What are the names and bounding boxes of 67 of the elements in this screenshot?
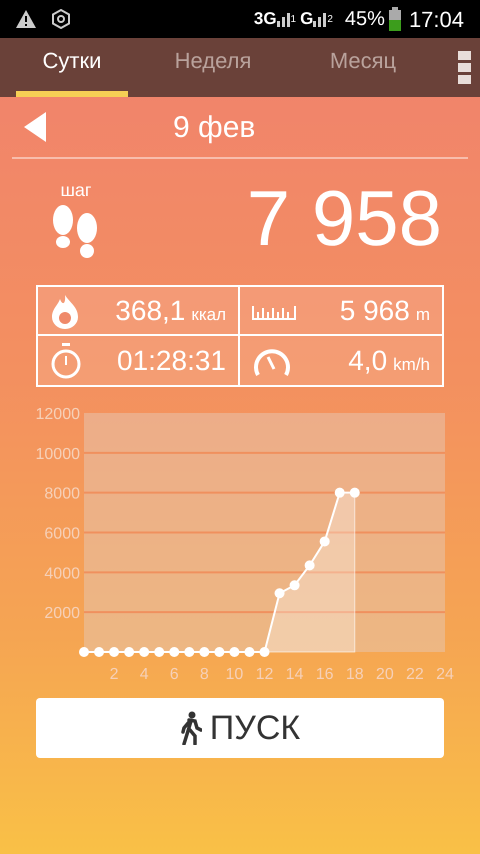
x-tick-label: 2 bbox=[110, 666, 119, 683]
data-point bbox=[214, 647, 224, 657]
tab[interactable]: Неделя bbox=[138, 34, 288, 97]
tab[interactable]: Месяц bbox=[288, 34, 438, 97]
y-tick-label: 12000 bbox=[36, 406, 80, 423]
stat-value: 4,0 bbox=[348, 344, 388, 378]
y-tick-label: 2000 bbox=[44, 605, 80, 622]
date-label: 9 фев bbox=[173, 110, 256, 146]
network-label: G bbox=[300, 8, 314, 30]
flame-icon bbox=[50, 292, 80, 328]
x-tick-label: 10 bbox=[226, 666, 244, 683]
data-point bbox=[320, 536, 330, 546]
steps-count: 7 958 bbox=[246, 179, 442, 257]
x-tick-label: 20 bbox=[376, 666, 394, 683]
start-button[interactable]: ПУСК bbox=[36, 698, 444, 758]
signal-icon bbox=[313, 11, 328, 27]
data-point bbox=[139, 647, 150, 657]
data-point bbox=[274, 588, 285, 598]
y-tick-label: 10000 bbox=[36, 446, 80, 463]
stat-value: 368,1 bbox=[115, 294, 186, 328]
x-tick-label: 22 bbox=[406, 666, 424, 683]
data-point bbox=[79, 647, 89, 657]
overflow-menu-icon[interactable] bbox=[458, 50, 472, 84]
data-point bbox=[154, 647, 164, 657]
sim-label: 1 bbox=[290, 12, 296, 26]
data-point bbox=[199, 647, 210, 657]
data-point bbox=[350, 488, 360, 498]
unit-label: ккал bbox=[191, 304, 226, 326]
battery-icon bbox=[388, 7, 401, 31]
x-tick-label: 12 bbox=[256, 666, 274, 683]
unit-label: km/h bbox=[393, 354, 430, 376]
x-tick-label: 24 bbox=[436, 666, 454, 683]
data-point bbox=[109, 647, 120, 657]
stopwatch-icon bbox=[50, 342, 82, 378]
y-tick-label: 6000 bbox=[44, 526, 80, 542]
data-point bbox=[169, 647, 180, 657]
battery-percent: 45% bbox=[344, 7, 385, 32]
data-point bbox=[304, 560, 315, 570]
x-tick-label: 18 bbox=[346, 666, 364, 683]
x-tick-label: 16 bbox=[316, 666, 334, 683]
x-tick-label: 14 bbox=[286, 666, 304, 683]
steps-label: шаг bbox=[60, 178, 92, 202]
data-point bbox=[334, 488, 345, 498]
warning-icon bbox=[16, 10, 36, 28]
x-tick-label: 8 bbox=[200, 666, 209, 683]
walking-person-icon bbox=[180, 711, 202, 745]
data-point bbox=[260, 647, 270, 657]
stat-value: 5 968 bbox=[340, 294, 410, 328]
tab[interactable]: Сутки bbox=[16, 34, 128, 97]
network-label: 3G bbox=[254, 8, 277, 30]
data-point bbox=[229, 647, 240, 657]
y-tick-label: 4000 bbox=[44, 565, 80, 582]
data-point bbox=[124, 647, 134, 657]
y-tick-label: 8000 bbox=[44, 486, 80, 503]
x-tick-label: 6 bbox=[170, 666, 179, 683]
sim-label: 2 bbox=[327, 12, 333, 26]
data-point bbox=[244, 647, 254, 657]
signal-icon bbox=[276, 11, 291, 27]
x-tick-label: 4 bbox=[140, 666, 149, 683]
hexagon-icon bbox=[52, 9, 70, 29]
stat-value: 01:28:31 bbox=[117, 344, 226, 378]
data-point bbox=[184, 647, 194, 657]
data-point bbox=[290, 580, 300, 590]
clock-time: 17:04 bbox=[408, 6, 464, 34]
unit-label: m bbox=[416, 304, 430, 326]
data-point bbox=[94, 647, 104, 657]
back-arrow-icon[interactable] bbox=[24, 112, 46, 142]
